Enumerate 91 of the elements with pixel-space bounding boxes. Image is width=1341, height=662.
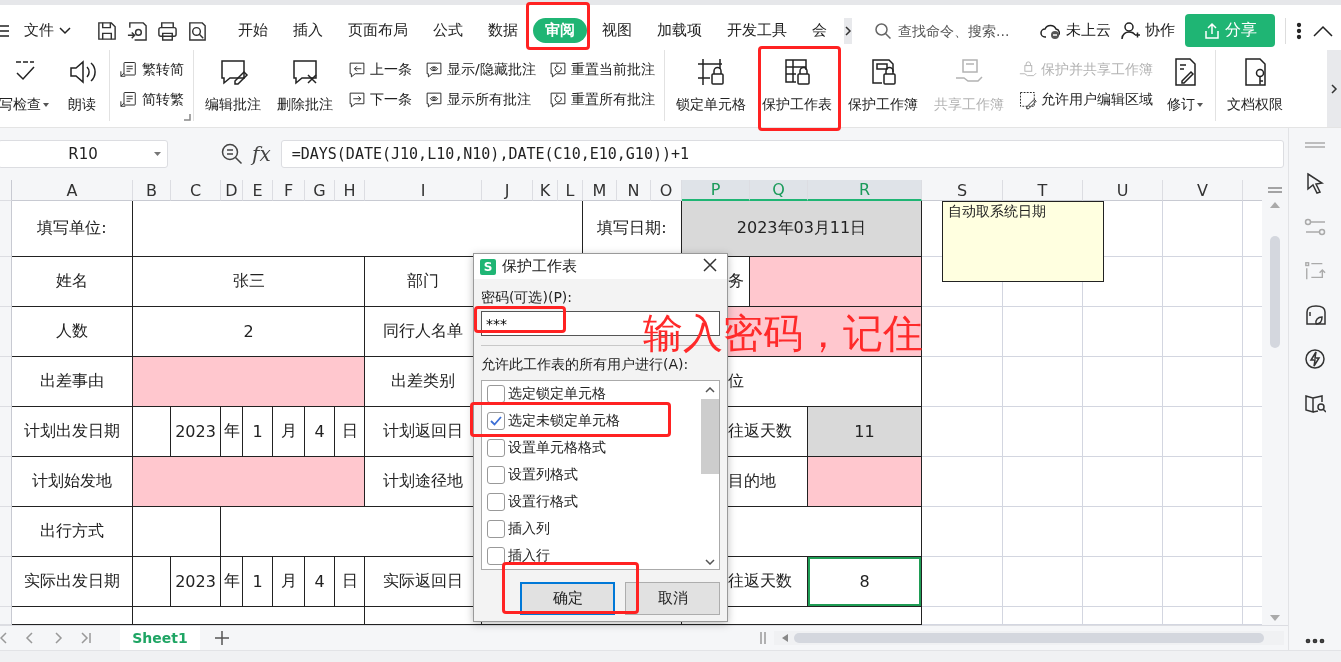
ribbon-button[interactable]: 文档权限	[1224, 54, 1285, 116]
ribbon-button[interactable]: 重置当前批注	[547, 60, 655, 80]
ribbon-tab[interactable]: 页面布局	[338, 18, 418, 43]
ribbon-button[interactable]: 显示/隐藏批注	[424, 60, 536, 80]
column-header[interactable]: J	[482, 180, 533, 201]
column-header[interactable]: M	[583, 180, 617, 201]
app-icon: S	[480, 258, 496, 275]
option-label[interactable]: 插入行	[508, 547, 550, 565]
option-label[interactable]: 选定未锁定单元格	[508, 412, 620, 430]
search-field[interactable]: 查找命令、搜索...	[896, 21, 1040, 40]
cell-name-box[interactable]: R10	[0, 140, 168, 168]
table-cell: 实际出发日期	[12, 557, 133, 607]
column-header[interactable]: H	[335, 180, 365, 201]
ribbon-button[interactable]: 显示所有批注	[424, 90, 536, 110]
table-cell: 张三	[133, 257, 365, 307]
table-cell: 出差事由	[12, 357, 133, 407]
collaborate-button[interactable]: 协作	[1121, 21, 1175, 40]
table-cell: 人数	[12, 307, 133, 357]
option-label[interactable]: 选定锁定单元格	[508, 385, 606, 403]
table-cell: 1	[243, 407, 273, 457]
function-label[interactable]: fx	[252, 142, 271, 166]
table-cell: 4	[305, 557, 335, 607]
option-label[interactable]: 设置行格式	[508, 493, 578, 511]
table-cell: 姓名	[12, 257, 133, 307]
column-header[interactable]: T	[1003, 180, 1083, 201]
table-cell: 8	[808, 557, 922, 607]
column-header[interactable]: V	[1163, 180, 1243, 201]
ribbon-tab[interactable]: 开发工具	[717, 18, 797, 43]
option-label[interactable]: 设置单元格格式	[508, 439, 606, 457]
ribbon-button[interactable]: 上一条	[347, 60, 412, 80]
column-header[interactable]: D	[221, 180, 243, 201]
table-cell: 月	[273, 407, 305, 457]
table-cell: 日	[335, 557, 365, 607]
column-header[interactable]: O	[651, 180, 682, 201]
ribbon-button[interactable]: 下一条	[347, 90, 412, 110]
column-header[interactable]: G	[305, 180, 335, 201]
ribbon-button[interactable]: 允许用户编辑区域	[1017, 90, 1153, 110]
column-header[interactable]: F	[273, 180, 305, 201]
option-label[interactable]: 设置列格式	[508, 466, 578, 484]
column-header[interactable]: U	[1083, 180, 1163, 201]
ribbon-tab[interactable]: 公式	[423, 18, 473, 43]
table-cell: 计划始发地	[12, 457, 133, 507]
column-header[interactable]: L	[558, 180, 583, 201]
ribbon-button[interactable]: 编辑批注	[203, 54, 263, 116]
ribbon-button[interactable]: 繁转简	[119, 60, 184, 80]
table-cell: 日	[335, 407, 365, 457]
table-cell: 2	[133, 307, 365, 357]
ribbon-tab[interactable]: 视图	[592, 18, 642, 43]
option-label[interactable]: 插入列	[508, 520, 550, 538]
table-cell: 4	[305, 407, 335, 457]
dialog-button[interactable]: 取消	[625, 582, 720, 615]
ribbon-button[interactable]: 修订	[1164, 54, 1206, 116]
dialog-title: 保护工作表	[502, 257, 577, 276]
table-cell: 2023	[171, 557, 221, 607]
column-header[interactable]: A	[12, 180, 133, 201]
table-cell: 1	[243, 557, 273, 607]
column-header[interactable]: N	[617, 180, 651, 201]
table-cell: 出行方式	[12, 507, 133, 557]
ribbon-tab[interactable]: 数据	[478, 18, 528, 43]
column-header[interactable]: C	[171, 180, 221, 201]
table-cell: 11	[808, 407, 922, 457]
table-cell: 月	[273, 557, 305, 607]
column-header[interactable]: B	[133, 180, 171, 201]
ribbon-button[interactable]: 保护工作簿	[845, 54, 920, 116]
column-header[interactable]: E	[243, 180, 273, 201]
table-cell: 2023	[171, 407, 221, 457]
table-cell: 年	[221, 407, 243, 457]
ribbon-tab[interactable]: 会	[802, 18, 837, 43]
cell-note: 自动取系统日期	[942, 201, 1104, 282]
ribbon-button[interactable]: 朗读	[64, 54, 100, 116]
formula-field[interactable]: =DAYS(DATE(J10,L10,N10),DATE(C10,E10,G10))+1	[280, 140, 1284, 168]
column-header[interactable]: K	[533, 180, 558, 201]
column-header[interactable]: I	[365, 180, 482, 201]
ribbon-button[interactable]: 简转繁	[119, 90, 184, 110]
ribbon-tab[interactable]: 加载项	[647, 18, 712, 43]
cloud-status-button[interactable]: 未上云	[1040, 21, 1111, 40]
field-label: 密码(可选)(P):	[481, 289, 573, 307]
column-header[interactable]: S	[922, 180, 1003, 201]
table-cell: 计划出发日期	[12, 407, 133, 457]
ribbon-button[interactable]: 写检查	[0, 54, 52, 116]
table-cell: 年	[221, 557, 243, 607]
ribbon-button[interactable]: 重置所有批注	[547, 90, 655, 110]
table-cell: 填写单位:	[12, 201, 133, 257]
ribbon-button[interactable]: 删除批注	[275, 54, 335, 116]
ribbon-tab[interactable]: 插入	[283, 18, 333, 43]
ribbon-button[interactable]: 保护工作表	[759, 54, 834, 116]
file-menu[interactable]: 文件	[24, 21, 72, 40]
ribbon-tab[interactable]: 开始	[228, 18, 278, 43]
dialog-button[interactable]: 确定	[520, 582, 615, 615]
table-cell: 2023年03月11日	[682, 201, 922, 257]
ribbon-button[interactable]: 锁定单元格	[673, 54, 748, 116]
